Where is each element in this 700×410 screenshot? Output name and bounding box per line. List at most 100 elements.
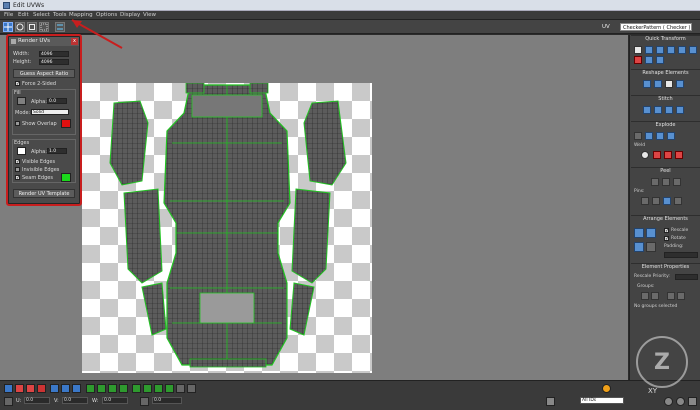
menu-display[interactable]: Display — [120, 12, 140, 18]
explode-header[interactable]: Explode — [631, 122, 700, 129]
loop-select-icon[interactable] — [154, 384, 163, 393]
menu-options[interactable]: Options — [96, 12, 117, 18]
stitch-section: Stitch — [631, 95, 700, 119]
reshape-align-icon[interactable] — [665, 80, 673, 88]
stitch-average-icon[interactable] — [654, 106, 662, 114]
unpin-icon[interactable] — [652, 197, 660, 205]
peel-quick-icon[interactable] — [651, 178, 659, 186]
ignore-backface-icon[interactable] — [72, 384, 81, 393]
reshape-straighten-icon[interactable] — [643, 80, 651, 88]
arrange-header[interactable]: Arrange Elements — [631, 216, 700, 223]
show-map-icon[interactable] — [602, 384, 611, 393]
rotate-checkbox[interactable]: ✓ — [664, 236, 669, 242]
face-mode-icon[interactable] — [26, 384, 35, 393]
pack-together-icon[interactable] — [634, 242, 644, 252]
freeform-tool-button[interactable] — [39, 22, 49, 32]
flip-icon[interactable] — [689, 46, 697, 54]
peel-detach-icon[interactable] — [662, 178, 670, 186]
snap-icon[interactable] — [634, 56, 642, 64]
relax-icon[interactable] — [656, 56, 664, 64]
menu-tools[interactable]: Tools — [53, 12, 67, 18]
pan-icon[interactable] — [664, 397, 673, 406]
pivot-icon[interactable] — [634, 46, 642, 54]
peel-reset-icon[interactable] — [673, 178, 681, 186]
explode-break-icon[interactable] — [667, 132, 675, 140]
align-vertical-icon[interactable] — [656, 46, 664, 54]
reshape-relax-icon[interactable] — [654, 80, 662, 88]
element-mode-icon[interactable] — [37, 384, 46, 393]
uv-viewport[interactable] — [0, 35, 628, 380]
weld-selected-icon[interactable] — [653, 151, 661, 159]
rescale-checkbox[interactable]: ✓ — [664, 228, 669, 234]
uv-layout[interactable] — [82, 83, 372, 373]
absolute-mode-icon[interactable] — [4, 397, 13, 406]
pin-icon[interactable] — [641, 197, 649, 205]
explode-by-smoothing-icon[interactable] — [634, 132, 642, 140]
zoom-field[interactable]: 0.0 — [152, 397, 182, 404]
grid-snap-icon[interactable] — [546, 397, 555, 406]
reshape-space-icon[interactable] — [676, 80, 684, 88]
explode-by-polygon-icon[interactable] — [656, 132, 664, 140]
menu-select[interactable]: Select — [33, 12, 50, 18]
weld-target-icon[interactable] — [641, 151, 649, 159]
stitch-custom-icon[interactable] — [676, 106, 684, 114]
zoom-extents-icon[interactable] — [688, 397, 697, 406]
weld-all-icon[interactable] — [664, 151, 672, 159]
menu-file[interactable]: File — [4, 12, 13, 18]
grow-ring-icon[interactable] — [132, 384, 141, 393]
group-select-icon[interactable] — [667, 292, 675, 300]
zoom-icon[interactable] — [676, 397, 685, 406]
menu-edit[interactable]: Edit — [18, 12, 29, 18]
stitch-header[interactable]: Stitch — [631, 96, 700, 103]
weld-threshold-icon[interactable] — [675, 151, 683, 159]
arrange-section: Arrange Elements ✓ Rescale ✓ Rotate Padd… — [631, 215, 700, 261]
select-by-element-icon[interactable] — [50, 384, 59, 393]
shrink-selection-icon[interactable] — [97, 384, 106, 393]
align-horizontal-icon[interactable] — [645, 46, 653, 54]
quick-transform-header[interactable]: Quick Transform — [631, 36, 700, 43]
stitch-source-icon[interactable] — [643, 106, 651, 114]
stitch-target-icon[interactable] — [665, 106, 673, 114]
grow-selection-icon[interactable] — [86, 384, 95, 393]
rescale-priority-field[interactable] — [675, 274, 698, 280]
menu-view[interactable]: View — [143, 12, 156, 18]
reshape-header[interactable]: Reshape Elements — [631, 70, 700, 77]
peel-header[interactable]: Peel — [631, 168, 700, 175]
select-by-edge-icon[interactable] — [61, 384, 70, 393]
select-pins-icon[interactable] — [674, 197, 682, 205]
paint-select-icon[interactable] — [176, 384, 185, 393]
padding-field[interactable] — [664, 252, 698, 258]
texture-select[interactable]: CheckerPattern ( Checker ) — [620, 23, 692, 31]
straighten-icon[interactable] — [645, 56, 653, 64]
pack-icon[interactable] — [634, 228, 644, 238]
v-coord-field[interactable]: 0.0 — [62, 397, 88, 404]
w-coord-field[interactable]: 0.0 — [102, 397, 128, 404]
material-id-dropdown[interactable]: All IDs — [580, 397, 624, 404]
edge-mode-icon[interactable] — [15, 384, 24, 393]
soft-select-icon[interactable] — [187, 384, 196, 393]
group-add-icon[interactable] — [641, 292, 649, 300]
rotate-minus-icon[interactable] — [667, 46, 675, 54]
explode-by-material-icon[interactable] — [645, 132, 653, 140]
ring-icon[interactable] — [119, 384, 128, 393]
u-coord-field[interactable]: 0.0 — [24, 397, 50, 404]
loop-icon[interactable] — [108, 384, 117, 393]
menu-mapping[interactable]: Mapping — [69, 12, 93, 18]
element-properties-header[interactable]: Element Properties — [631, 264, 700, 271]
shrink-ring-icon[interactable] — [143, 384, 152, 393]
move-tool-button[interactable] — [3, 22, 13, 32]
groups-label: Groups: — [637, 284, 655, 289]
rotate-tool-button[interactable] — [15, 22, 25, 32]
group-clear-icon[interactable] — [677, 292, 685, 300]
rotate-plus-icon[interactable] — [678, 46, 686, 54]
vertex-mode-icon[interactable] — [4, 384, 13, 393]
lock-selection-icon[interactable] — [140, 397, 149, 406]
xy-view-label[interactable]: XY — [648, 387, 657, 395]
mirror-tool-button[interactable] — [55, 22, 65, 32]
ring-select-icon[interactable] — [165, 384, 174, 393]
auto-pin-icon[interactable] — [663, 197, 671, 205]
pack-normalize-icon[interactable] — [646, 242, 656, 252]
pack-custom-icon[interactable] — [646, 228, 656, 238]
group-remove-icon[interactable] — [651, 292, 659, 300]
scale-tool-button[interactable] — [27, 22, 37, 32]
